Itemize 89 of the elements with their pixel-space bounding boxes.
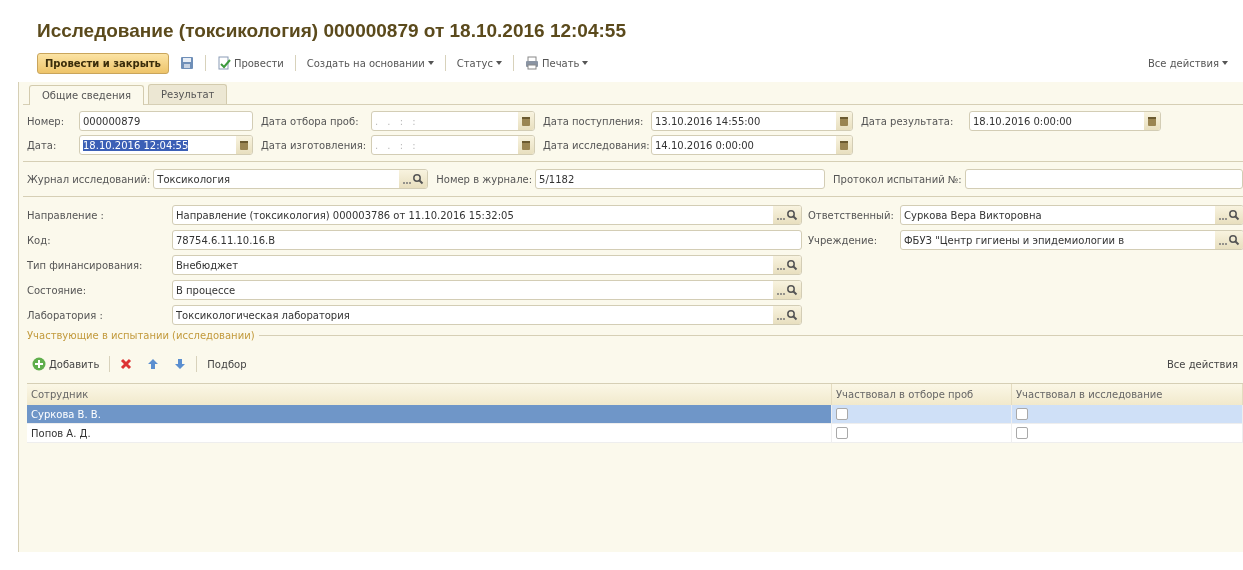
checkbox[interactable] xyxy=(836,408,848,420)
tab[interactable]: Общие сведения xyxy=(29,85,144,105)
field-label: Журнал исследований: xyxy=(27,173,151,185)
menu-button[interactable]: Создать на основании xyxy=(301,53,439,73)
caret-icon xyxy=(582,61,589,65)
all-actions-button[interactable]: Все действия xyxy=(1162,354,1243,374)
ellipsis-search-icon xyxy=(776,284,798,296)
calendar-button[interactable] xyxy=(836,136,852,154)
window-title: Исследование (токсикология) 000000879 от 18.10.2016 12:04:55 xyxy=(37,20,627,42)
select-button[interactable] xyxy=(773,206,801,224)
post-and-close-button[interactable]: Провести и закрыть xyxy=(37,52,169,74)
select-button[interactable] xyxy=(773,281,801,299)
date-field[interactable]: 14.10.2016 0:00:00 xyxy=(651,135,853,155)
select-field[interactable]: Суркова Вера Викторовна xyxy=(900,205,1243,225)
field-label: Лаборатория : xyxy=(27,309,104,321)
select-field[interactable]: Токсикология xyxy=(153,169,429,189)
field-label: Дата изготовления: xyxy=(261,139,368,151)
caret-icon xyxy=(1222,61,1228,65)
select-button[interactable] xyxy=(773,306,801,324)
select-button[interactable] xyxy=(1215,231,1243,249)
calendar-button[interactable] xyxy=(1144,112,1160,130)
field-label: Ответственный: xyxy=(808,209,895,221)
calendar-icon xyxy=(839,115,849,127)
select-button[interactable] xyxy=(773,256,801,274)
select-field[interactable]: Внебюджет xyxy=(172,255,802,275)
field-label: Учреждение: xyxy=(808,234,879,246)
menu-button[interactable]: Статус xyxy=(451,53,507,73)
text-field[interactable]: 000000879 xyxy=(79,111,253,131)
date-field[interactable]: 18.10.2016 12:04:55 xyxy=(79,135,253,155)
calendar-icon xyxy=(239,139,249,151)
arrow-down-icon xyxy=(174,358,187,370)
pick-button[interactable]: Подбор xyxy=(202,354,252,374)
field-label: Дата результата: xyxy=(861,115,955,127)
calendar-button[interactable] xyxy=(836,112,852,130)
ellipsis-search-icon xyxy=(1218,209,1240,221)
select-field[interactable]: В процессе xyxy=(172,280,802,300)
field-label: Номер в журнале: xyxy=(436,173,533,185)
field-label: Направление : xyxy=(27,209,105,221)
calendar-button[interactable] xyxy=(518,112,534,130)
ellipsis-search-icon xyxy=(776,309,798,321)
arrow-up-icon xyxy=(147,358,160,370)
column-header: Участвовал в отборе проб xyxy=(832,384,1012,405)
field-label: Дата отбора проб: xyxy=(261,115,360,127)
calendar-icon xyxy=(521,115,531,127)
caret-icon xyxy=(495,61,502,65)
field-label: Протокол испытаний №: xyxy=(833,173,962,185)
document-check-icon xyxy=(216,56,231,70)
delete-icon xyxy=(120,358,133,370)
text-field[interactable]: 5/1182 xyxy=(535,169,826,189)
select-field[interactable]: ФБУЗ "Центр гигиены и эпидемиологии в xyxy=(900,230,1243,250)
field-label: Тип финансирования: xyxy=(27,259,144,271)
select-field[interactable]: Направление (токсикология) 000003786 от 11.10.2016 15:32:05 xyxy=(172,205,802,225)
calendar-icon xyxy=(521,139,531,151)
calendar-button[interactable] xyxy=(236,136,252,154)
column-header: Сотрудник xyxy=(27,384,832,405)
checkbox[interactable] xyxy=(836,427,848,439)
field-label: Код: xyxy=(27,234,52,246)
field-label: Состояние: xyxy=(27,284,88,296)
printer-icon xyxy=(524,56,539,70)
ellipsis-search-icon xyxy=(402,173,425,185)
text-field[interactable] xyxy=(964,169,1243,189)
add-icon xyxy=(32,357,46,371)
add-button[interactable]: Добавить xyxy=(27,353,105,375)
calendar-icon xyxy=(1147,115,1157,127)
field-label: Дата исследования: xyxy=(543,139,651,151)
date-field[interactable]: 13.10.2016 14:55:00 xyxy=(651,111,853,131)
date-field[interactable]: 18.10.2016 0:00:00 xyxy=(969,111,1161,131)
text-field[interactable]: 78754.6.11.10.16.В xyxy=(172,230,802,250)
select-button[interactable] xyxy=(1215,206,1243,224)
ellipsis-search-icon xyxy=(1218,234,1240,246)
tab[interactable]: Результат xyxy=(147,84,228,104)
group-title: Участвующие в испытании (исследовании) xyxy=(27,330,255,341)
column-header: Участвовал в исследование xyxy=(1012,384,1243,405)
calendar-icon xyxy=(839,139,849,151)
table-cell[interactable]: Попов А. Д. xyxy=(27,424,832,443)
ellipsis-search-icon xyxy=(776,209,798,221)
checkbox[interactable] xyxy=(1016,427,1028,439)
select-field[interactable]: Токсикологическая лаборатория xyxy=(172,305,802,325)
checkbox[interactable] xyxy=(1016,408,1028,420)
field-label: Номер: xyxy=(27,115,66,127)
post-button[interactable]: Провести xyxy=(211,52,289,74)
field-label: Дата: xyxy=(27,139,58,151)
select-button[interactable] xyxy=(399,170,428,188)
ellipsis-search-icon xyxy=(776,259,798,271)
print-button[interactable]: Печать xyxy=(519,52,594,74)
field-label: Дата поступления: xyxy=(543,115,645,127)
calendar-button[interactable] xyxy=(518,136,534,154)
caret-icon xyxy=(427,61,434,65)
all-actions-button[interactable]: Все действия xyxy=(1143,53,1233,73)
